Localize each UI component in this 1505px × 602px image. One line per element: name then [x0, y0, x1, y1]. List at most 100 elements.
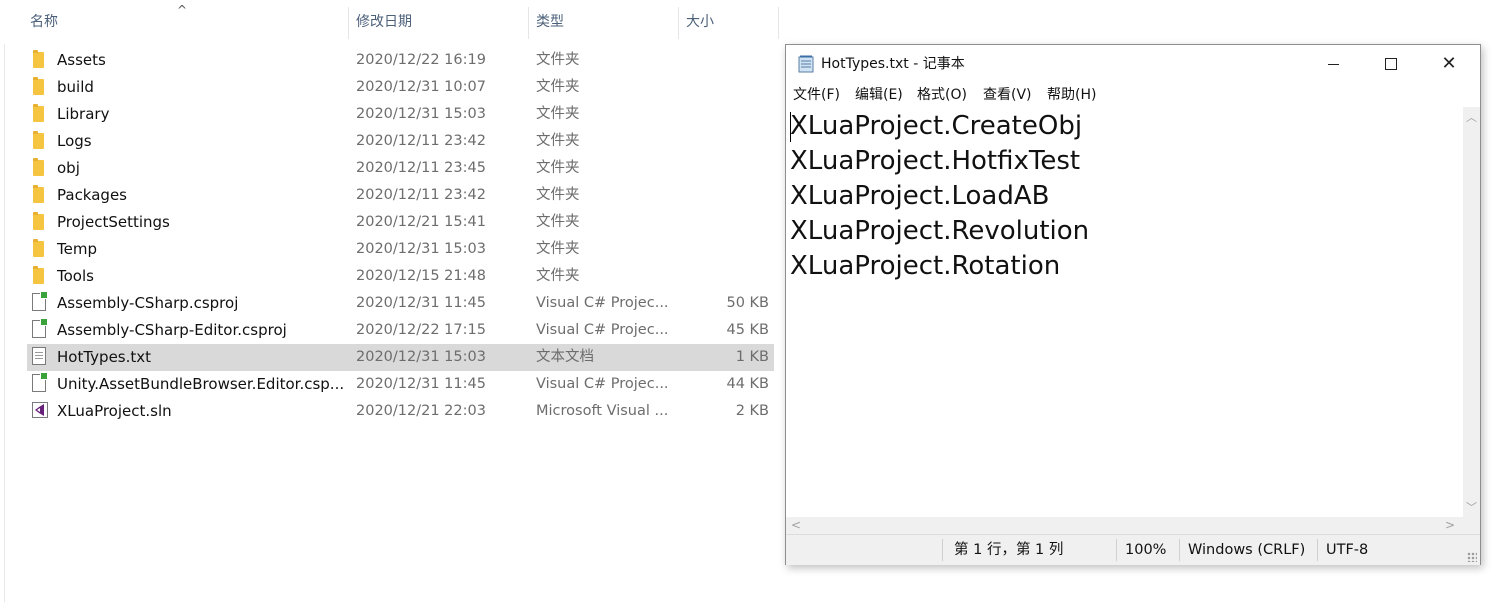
- file-type: Visual C# Projec...: [536, 295, 669, 311]
- status-divider: [942, 539, 943, 561]
- column-header-bar: 名称 ^ 修改日期 类型 大小: [0, 0, 785, 44]
- scroll-right-icon[interactable]: >: [1445, 517, 1455, 534]
- file-type: Visual C# Projec...: [536, 322, 669, 338]
- maximize-icon: [1385, 58, 1397, 70]
- file-type: 文件夹: [536, 214, 580, 230]
- file-size: 2 KB: [735, 403, 769, 419]
- text-line: XLuaProject.Revolution: [790, 216, 1090, 246]
- file-name: HotTypes.txt: [57, 348, 152, 366]
- folder-icon: [33, 77, 44, 95]
- file-row[interactable]: build 2020/12/31 10:07 文件夹: [27, 74, 774, 101]
- csproj-file-icon: [32, 318, 48, 338]
- file-name: Tools: [57, 267, 94, 285]
- text-line: XLuaProject.CreateObj: [790, 111, 1083, 141]
- file-name: Unity.AssetBundleBrowser.Editor.csp...: [57, 375, 345, 393]
- file-type: 文件夹: [536, 106, 580, 122]
- file-modified: 2020/12/22 16:19: [356, 52, 486, 68]
- file-modified: 2020/12/31 11:45: [356, 295, 486, 311]
- scroll-down-icon[interactable]: ﹀: [1463, 499, 1480, 515]
- file-modified: 2020/12/11 23:45: [356, 160, 486, 176]
- file-type: 文件夹: [536, 268, 580, 284]
- title-bar[interactable]: HotTypes.txt - 记事本 ✕: [786, 45, 1480, 83]
- column-header-modified[interactable]: 修改日期: [348, 0, 528, 44]
- folder-icon: [33, 131, 44, 149]
- text-editor[interactable]: XLuaProject.CreateObj XLuaProject.Hotfix…: [786, 107, 1463, 517]
- minimize-icon: [1327, 63, 1339, 65]
- file-row[interactable]: ProjectSettings 2020/12/21 15:41 文件夹: [27, 209, 774, 236]
- column-header-size[interactable]: 大小: [678, 0, 778, 44]
- file-name: obj: [57, 159, 80, 177]
- menu-view[interactable]: 查看(V): [983, 83, 1032, 107]
- sort-ascending-icon: ^: [177, 3, 188, 17]
- minimize-button[interactable]: [1304, 45, 1362, 83]
- file-type: 文件夹: [536, 79, 580, 95]
- folder-icon: [33, 104, 44, 122]
- maximize-button[interactable]: [1362, 45, 1420, 83]
- folder-icon: [33, 239, 44, 257]
- file-size: 1 KB: [735, 349, 769, 365]
- folder-icon: [33, 50, 44, 68]
- status-divider: [1317, 539, 1318, 561]
- scroll-up-icon[interactable]: ︿: [1463, 109, 1480, 125]
- file-name: Assets: [57, 51, 106, 69]
- folder-icon: [33, 266, 44, 284]
- scrollbar-corner: [1463, 517, 1480, 534]
- column-header-type[interactable]: 类型: [528, 0, 678, 44]
- file-name: Library: [57, 105, 110, 123]
- file-row[interactable]: obj 2020/12/11 23:45 文件夹: [27, 155, 774, 182]
- text-line: XLuaProject.Rotation: [790, 251, 1061, 281]
- resize-grip-icon[interactable]: [1467, 552, 1477, 562]
- folder-icon: [33, 212, 44, 230]
- file-type: Microsoft Visual ...: [536, 403, 669, 419]
- status-bar: 第 1 行，第 1 列 100% Windows (CRLF) UTF-8: [786, 534, 1480, 565]
- file-row[interactable]: Library 2020/12/31 15:03 文件夹: [27, 101, 774, 128]
- menu-file[interactable]: 文件(F): [793, 83, 840, 107]
- menu-format[interactable]: 格式(O): [917, 83, 967, 107]
- file-modified: 2020/12/31 15:03: [356, 106, 486, 122]
- file-name: Assembly-CSharp.csproj: [57, 294, 239, 312]
- file-row[interactable]: Temp 2020/12/31 15:03 文件夹: [27, 236, 774, 263]
- file-name: Assembly-CSharp-Editor.csproj: [57, 321, 287, 339]
- cursor-position: 第 1 行，第 1 列: [954, 542, 1064, 558]
- file-type: 文件夹: [536, 52, 580, 68]
- file-row[interactable]: Unity.AssetBundleBrowser.Editor.csp... 2…: [27, 371, 774, 398]
- file-row[interactable]: Assets 2020/12/22 16:19 文件夹: [27, 47, 774, 74]
- file-modified: 2020/12/11 23:42: [356, 187, 486, 203]
- file-row[interactable]: Assembly-CSharp.csproj 2020/12/31 11:45 …: [27, 290, 774, 317]
- scroll-left-icon[interactable]: <: [791, 517, 801, 534]
- file-modified: 2020/12/31 11:45: [356, 376, 486, 392]
- file-size: 45 KB: [726, 322, 769, 338]
- file-size: 44 KB: [726, 376, 769, 392]
- file-modified: 2020/12/11 23:42: [356, 133, 486, 149]
- file-size: 50 KB: [726, 295, 769, 311]
- horizontal-scrollbar[interactable]: < >: [786, 517, 1463, 534]
- file-row[interactable]: Packages 2020/12/11 23:42 文件夹: [27, 182, 774, 209]
- file-row[interactable]: Logs 2020/12/11 23:42 文件夹: [27, 128, 774, 155]
- file-type: 文件夹: [536, 187, 580, 203]
- close-button[interactable]: ✕: [1420, 45, 1478, 83]
- column-header-name-label: 名称: [30, 14, 58, 30]
- encoding: UTF-8: [1326, 542, 1369, 558]
- file-row-selected[interactable]: HotTypes.txt 2020/12/31 15:03 文本文档 1 KB: [27, 344, 774, 371]
- file-name: XLuaProject.sln: [57, 402, 172, 420]
- menu-help[interactable]: 帮助(H): [1047, 83, 1096, 107]
- file-row[interactable]: XLuaProject.sln 2020/12/21 22:03 Microso…: [27, 398, 774, 425]
- file-name: Temp: [57, 240, 97, 258]
- vertical-scrollbar[interactable]: ︿ ﹀: [1463, 107, 1480, 517]
- file-row[interactable]: Tools 2020/12/15 21:48 文件夹: [27, 263, 774, 290]
- zoom-level: 100%: [1125, 542, 1167, 558]
- notepad-window: HotTypes.txt - 记事本 ✕ 文件(F) 编辑(E) 格式(O) 查…: [785, 44, 1481, 565]
- file-row[interactable]: Assembly-CSharp-Editor.csproj 2020/12/22…: [27, 317, 774, 344]
- column-header-size-label: 大小: [686, 14, 714, 30]
- file-type: 文件夹: [536, 133, 580, 149]
- csproj-file-icon: [32, 372, 48, 392]
- navigation-pane-divider: [4, 44, 5, 602]
- folder-icon: [33, 185, 44, 203]
- file-explorer: 名称 ^ 修改日期 类型 大小 Assets 2020/12/22 16:19 …: [0, 0, 785, 602]
- menu-edit[interactable]: 编辑(E): [855, 83, 903, 107]
- column-divider[interactable]: [778, 7, 779, 39]
- file-type: Visual C# Projec...: [536, 376, 669, 392]
- file-type: 文件夹: [536, 241, 580, 257]
- file-modified: 2020/12/22 17:15: [356, 322, 486, 338]
- file-modified: 2020/12/21 15:41: [356, 214, 486, 230]
